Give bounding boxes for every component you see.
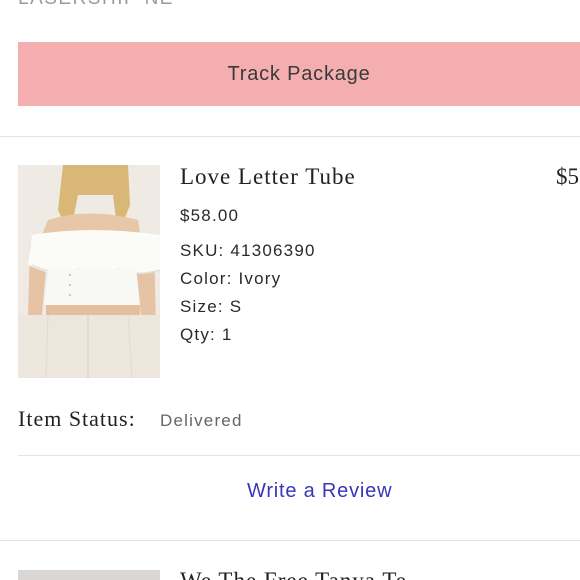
product-color: Color: Ivory: [180, 269, 282, 288]
product-photo-icon: [18, 165, 160, 378]
write-review-link[interactable]: Write a Review: [247, 480, 392, 503]
product-price: $58.00: [180, 206, 240, 225]
carrier-label: LASERSHIP NE: [18, 0, 174, 10]
product-size: Size: S: [180, 297, 243, 316]
item-status-label: Item Status:: [18, 406, 136, 431]
product-name[interactable]: Love Letter Tube: [180, 164, 356, 190]
track-package-button[interactable]: Track Package: [18, 42, 580, 106]
item-status-value: Delivered: [160, 411, 243, 430]
product-sku: SKU: 41306390: [180, 241, 316, 260]
next-product-name[interactable]: We The Free Tanya Te: [180, 568, 407, 580]
order-details-page: LASERSHIP NE Track Package: [0, 0, 580, 580]
product-qty: Qty: 1: [180, 325, 233, 344]
next-product-image[interactable]: [18, 570, 160, 580]
item-divider: [18, 455, 580, 456]
row-total: $5: [556, 164, 579, 189]
section-divider: [0, 540, 580, 541]
section-divider: [0, 136, 580, 137]
product-image[interactable]: [18, 165, 160, 378]
